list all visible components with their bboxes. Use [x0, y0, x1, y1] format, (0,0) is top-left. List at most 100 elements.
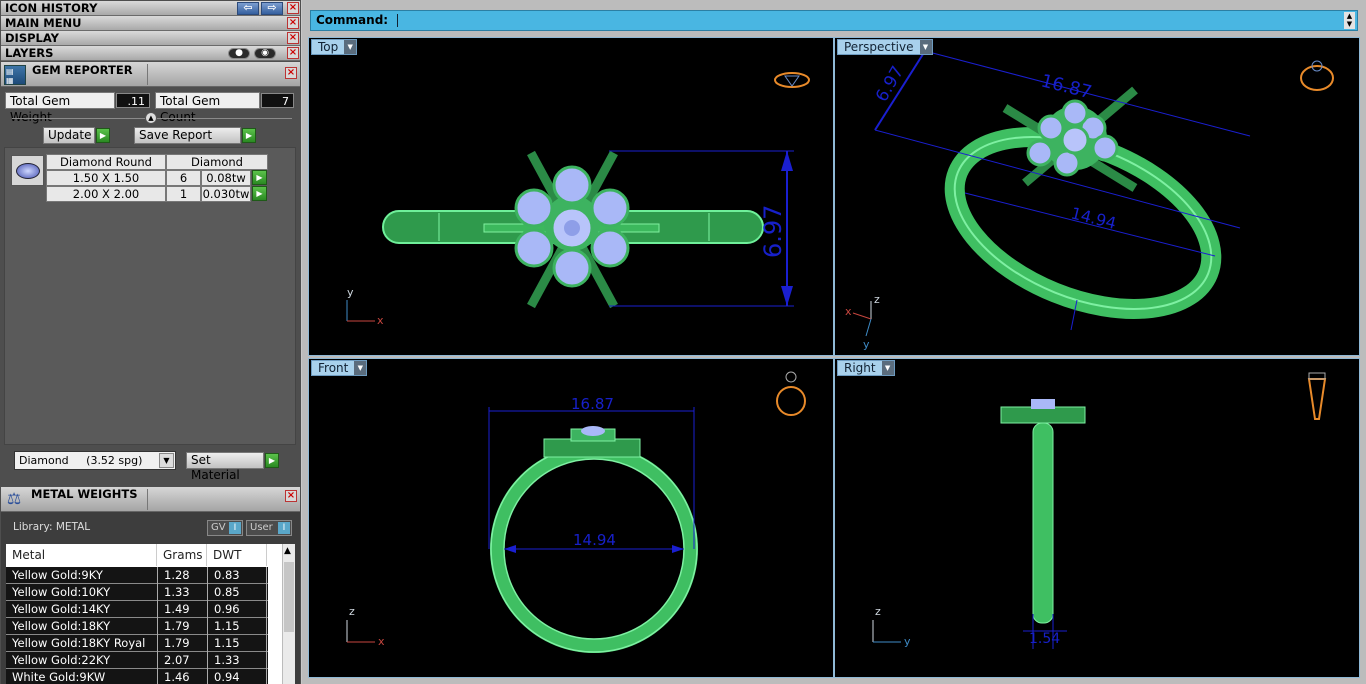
gem-weight: 0.08tw: [201, 170, 251, 186]
svg-text:16.87: 16.87: [1039, 70, 1094, 103]
chevron-down-icon[interactable]: ▼: [344, 40, 357, 54]
dimension-label: 6.97: [759, 205, 787, 258]
metal-column-header[interactable]: Metal: [6, 544, 157, 566]
metal-name: Yellow Gold:14KY: [12, 602, 111, 616]
viewport-label-perspective[interactable]: Perspective ▼: [837, 39, 933, 55]
metal-dwt: 0.85: [207, 584, 240, 601]
svg-text:14.94: 14.94: [573, 531, 616, 549]
close-icon[interactable]: ×: [287, 47, 299, 59]
svg-text:y: y: [863, 338, 870, 351]
gv-toggle[interactable]: GV I: [207, 520, 243, 536]
back-arrow-icon[interactable]: ⇦: [237, 2, 259, 15]
close-icon[interactable]: ×: [287, 2, 299, 14]
grams-column-header[interactable]: Grams: [157, 544, 207, 566]
metal-grams: 1.79: [157, 635, 190, 652]
viewport-label-front[interactable]: Front ▼: [311, 360, 368, 376]
svg-text:14.94: 14.94: [1069, 203, 1118, 233]
svg-text:y: y: [904, 635, 911, 648]
command-scroll-arrows[interactable]: ▲ ▼: [1344, 12, 1355, 29]
gem-reporter-header: ▤ ▦ GEM REPORTER ×: [1, 62, 300, 87]
scale-icon: ⚖: [6, 489, 22, 508]
layer-shape-icon[interactable]: ●: [228, 48, 250, 59]
save-report-button[interactable]: Save Report: [134, 127, 241, 144]
axis-indicator: y x: [346, 286, 384, 327]
table-row[interactable]: Yellow Gold:18KY 1.79 1.15: [6, 618, 268, 635]
save-report-play-icon[interactable]: ▶: [242, 128, 256, 143]
eye-icon[interactable]: ◉: [254, 48, 276, 59]
metal-name: White Gold:9KW: [12, 670, 106, 684]
close-icon[interactable]: ×: [285, 67, 297, 79]
chevron-up-icon[interactable]: ▲: [284, 546, 291, 556]
command-label: Command:: [316, 13, 389, 27]
gem-count: 1: [166, 186, 201, 202]
metal-grams: 2.07: [157, 652, 190, 669]
gem-weight: 0.030tw: [201, 186, 251, 202]
table-scrollbar[interactable]: ▲: [282, 544, 295, 684]
metal-name: Yellow Gold:18KY Royal: [12, 636, 146, 650]
command-bar[interactable]: Command: ▲ ▼: [310, 10, 1358, 31]
slider-handle[interactable]: ▲: [145, 112, 157, 124]
svg-text:z: z: [875, 605, 881, 618]
chevron-down-icon[interactable]: ▼: [354, 361, 367, 375]
metal-name: Yellow Gold:9KY: [12, 568, 103, 582]
close-icon[interactable]: ×: [287, 32, 299, 44]
svg-text:z: z: [349, 605, 355, 618]
icon-history-header[interactable]: ICON HISTORY ⇦ ⇨ ×: [1, 1, 300, 16]
gem-material-header: Diamond: [166, 154, 268, 170]
update-button[interactable]: Update: [43, 127, 95, 144]
ring-right-view: [1000, 399, 1086, 624]
metal-weights-title: METAL WEIGHTS: [31, 487, 138, 501]
dwt-column-header[interactable]: DWT: [207, 544, 267, 566]
total-gem-weight-label: Total Gem Weight: [5, 92, 115, 124]
table-row[interactable]: Yellow Gold:18KY Royal 1.79 1.15: [6, 635, 268, 652]
metal-name: Yellow Gold:10KY: [12, 585, 111, 599]
icon-history-title: ICON HISTORY: [5, 1, 98, 15]
metal-grams: 1.49: [157, 601, 190, 618]
set-material-play-icon[interactable]: ▶: [265, 453, 279, 468]
viewport-top[interactable]: 6.97 y x Top ▼: [308, 37, 834, 356]
chevron-down-icon[interactable]: ▼: [159, 453, 174, 468]
svg-text:6.97: 6.97: [872, 63, 908, 106]
table-row[interactable]: White Gold:9KW 1.46 0.94: [6, 669, 268, 684]
user-toggle[interactable]: User I: [246, 520, 292, 536]
viewport-label-right[interactable]: Right ▼: [837, 360, 895, 376]
forward-arrow-icon[interactable]: ⇨: [261, 2, 283, 15]
gem-type-header: Diamond Round: [46, 154, 166, 170]
svg-text:x: x: [377, 314, 384, 327]
main-menu-title: MAIN MENU: [5, 16, 82, 30]
close-icon[interactable]: ×: [287, 17, 299, 29]
table-row[interactable]: Yellow Gold:22KY 2.07 1.33: [6, 652, 268, 669]
display-header[interactable]: DISPLAY ×: [1, 31, 300, 46]
viewport-right[interactable]: 1.54 z y Right ▼: [834, 358, 1360, 678]
display-title: DISPLAY: [5, 31, 59, 45]
set-material-button[interactable]: Set Material: [186, 452, 264, 482]
layers-header[interactable]: LAYERS ● ◉ ×: [1, 46, 300, 61]
gem-row-play-icon[interactable]: ▶: [252, 170, 267, 185]
chevron-down-icon[interactable]: ▼: [881, 361, 894, 375]
view-cube-icon: [776, 371, 806, 416]
gem-row-play-icon[interactable]: ▶: [252, 186, 267, 201]
viewport-label-top[interactable]: Top ▼: [311, 39, 358, 55]
viewport-perspective[interactable]: 6.97 16.87 14.94 z x y Perspective ▼: [834, 37, 1360, 356]
svg-text:1.54: 1.54: [1029, 631, 1060, 647]
gem-size: 2.00 X 2.00: [46, 186, 166, 202]
table-row[interactable]: Yellow Gold:9KY 1.28 0.83: [6, 567, 268, 584]
svg-text:x: x: [845, 305, 852, 318]
material-select[interactable]: Diamond (3.52 spg) ▼: [14, 451, 176, 470]
gem-reporter-title: GEM REPORTER: [32, 63, 133, 77]
total-gem-count-label: Total Gem Count: [155, 92, 260, 124]
main-menu-header[interactable]: MAIN MENU ×: [1, 16, 300, 31]
metal-dwt: 1.33: [207, 652, 240, 669]
table-row[interactable]: Yellow Gold:14KY 1.49 0.96: [6, 601, 268, 618]
chevron-down-icon[interactable]: ▼: [919, 40, 932, 54]
table-row[interactable]: Yellow Gold:10KY 1.33 0.85: [6, 584, 268, 601]
svg-text:z: z: [874, 293, 880, 306]
svg-text:y: y: [347, 286, 354, 299]
close-icon[interactable]: ×: [285, 490, 297, 502]
svg-text:16.87: 16.87: [571, 395, 614, 413]
metal-grams: 1.33: [157, 584, 190, 601]
metal-grams: 1.79: [157, 618, 190, 635]
update-play-icon[interactable]: ▶: [96, 128, 110, 143]
library-label: Library: METAL: [13, 521, 91, 533]
viewport-front[interactable]: 16.87 14.94 z x Front ▼: [308, 358, 834, 678]
